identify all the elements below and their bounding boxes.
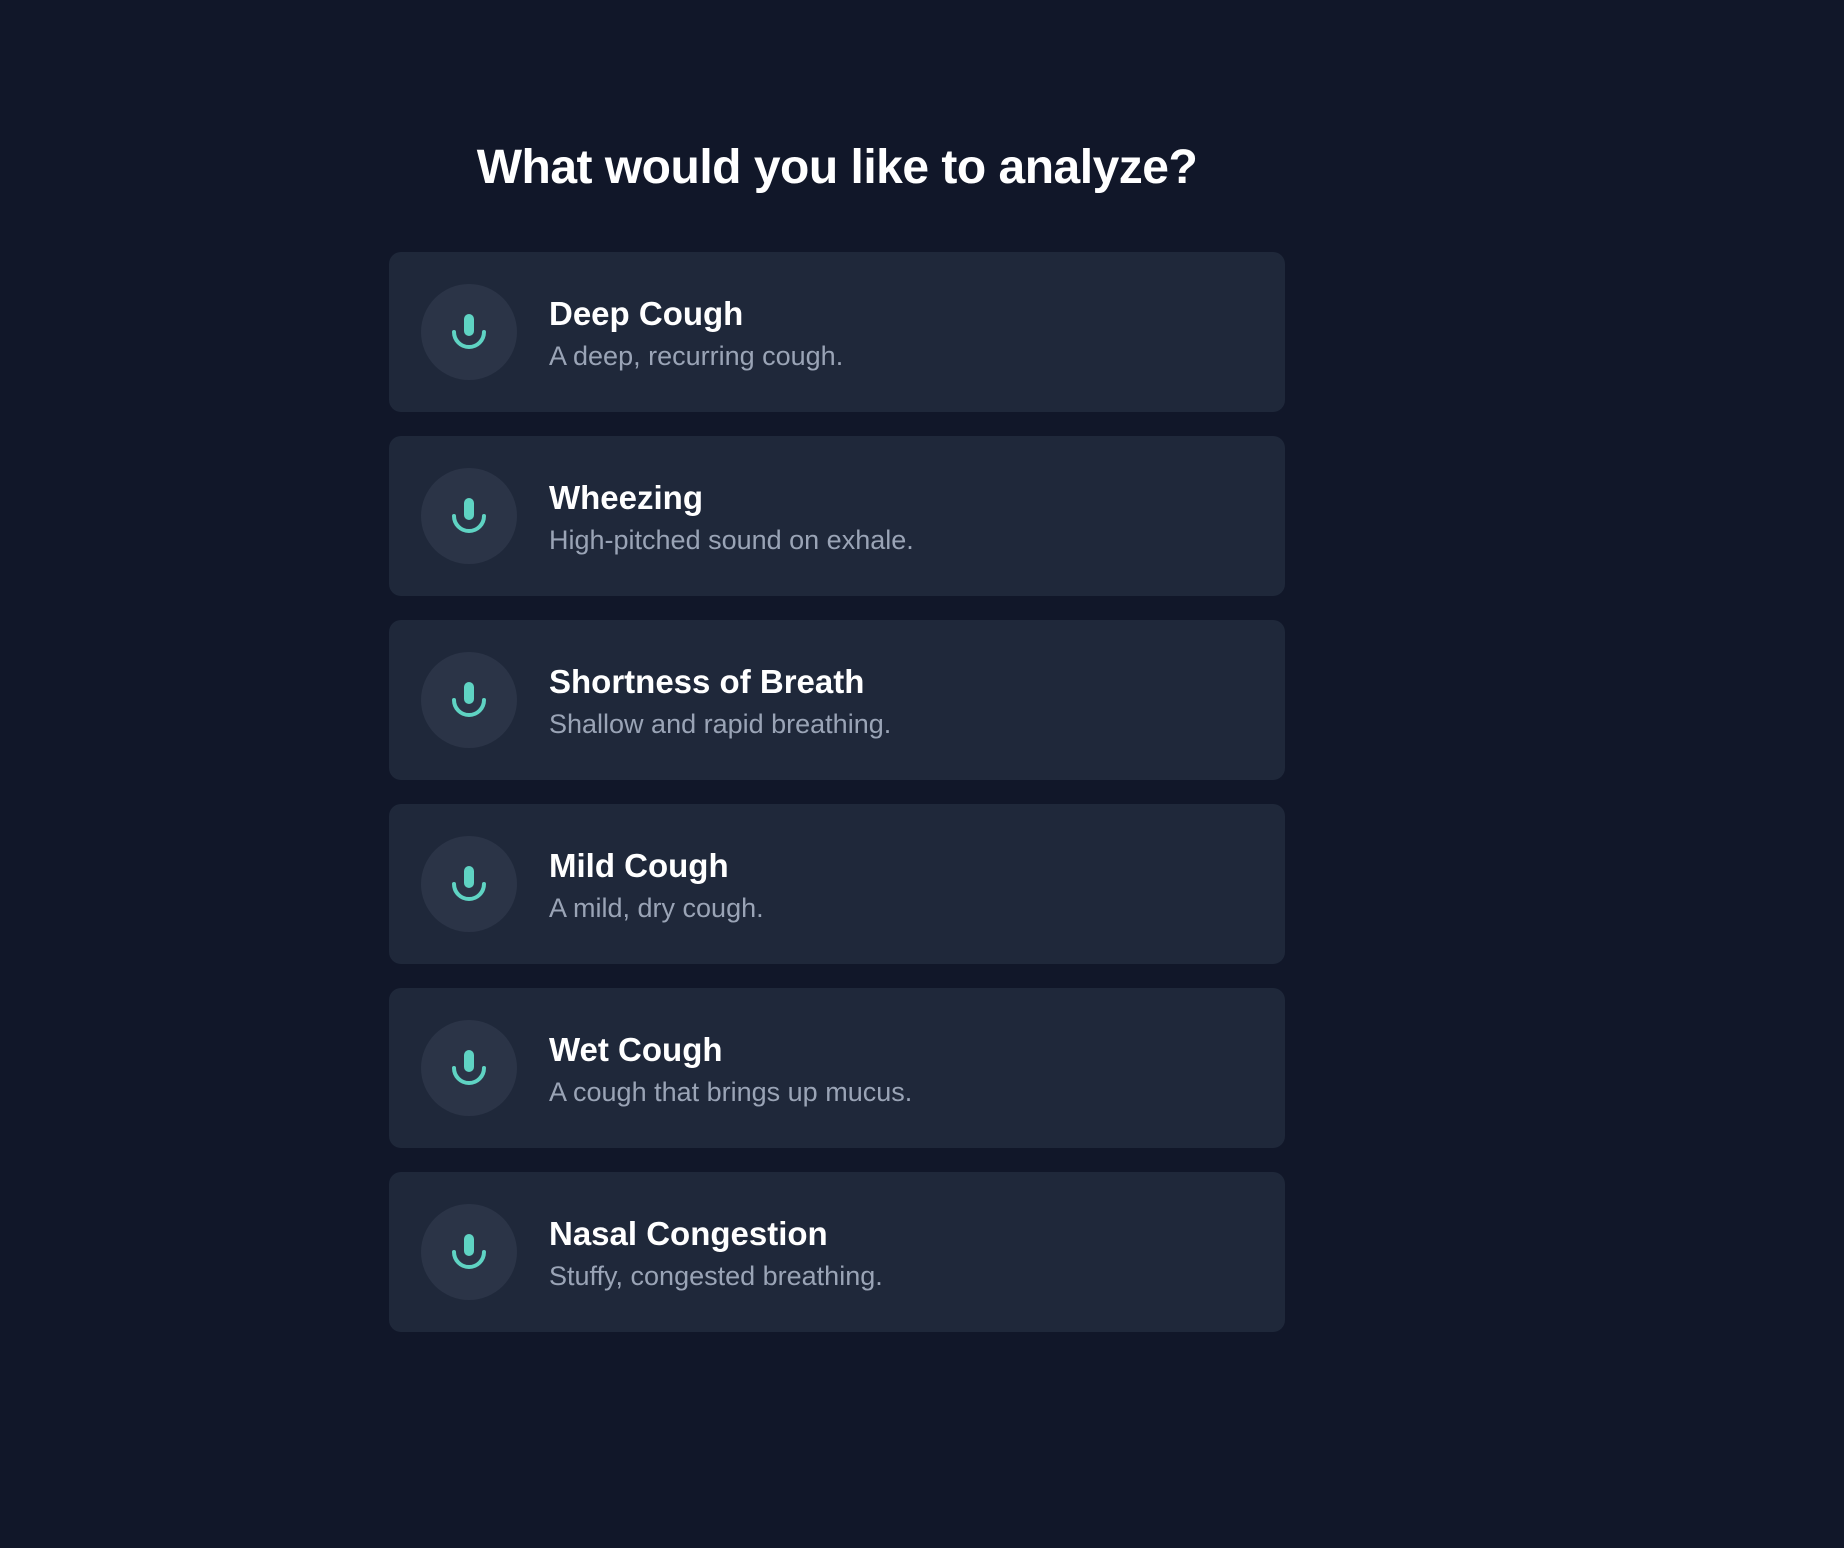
- option-description: High-pitched sound on exhale.: [549, 525, 914, 555]
- icon-circle: [421, 284, 517, 380]
- option-card-wheezing[interactable]: Wheezing High-pitched sound on exhale.: [389, 436, 1285, 596]
- option-label: Wheezing: [549, 479, 703, 516]
- page: What would you like to analyze? Deep Cou…: [0, 0, 1844, 1548]
- icon-circle: [421, 468, 517, 564]
- microphone-icon: [452, 1050, 486, 1085]
- page-title: What would you like to analyze?: [476, 141, 1198, 194]
- option-label: Shortness of Breath: [549, 663, 865, 700]
- option-label: Wet Cough: [549, 1031, 723, 1068]
- option-card-mild-cough[interactable]: Mild Cough A mild, dry cough.: [389, 804, 1285, 964]
- option-label: Mild Cough: [549, 847, 729, 884]
- option-text: Wheezing High-pitched sound on exhale.: [549, 478, 1261, 558]
- microphone-icon: [452, 682, 486, 717]
- option-text: Shortness of Breath Shallow and rapid br…: [549, 662, 1261, 742]
- option-card-deep-cough[interactable]: Deep Cough A deep, recurring cough.: [389, 252, 1285, 412]
- microphone-icon: [452, 314, 486, 349]
- option-label: Deep Cough: [549, 295, 744, 332]
- microphone-icon: [452, 1234, 486, 1269]
- option-card-shortness-of-breath[interactable]: Shortness of Breath Shallow and rapid br…: [389, 620, 1285, 780]
- option-card-nasal-congestion[interactable]: Nasal Congestion Stuffy, congested breat…: [389, 1172, 1285, 1332]
- option-description: Stuffy, congested breathing.: [549, 1261, 883, 1291]
- microphone-icon: [452, 866, 486, 901]
- option-description: A deep, recurring cough.: [549, 341, 844, 371]
- option-description: Shallow and rapid breathing.: [549, 709, 892, 739]
- option-list: Deep Cough A deep, recurring cough. Whee…: [389, 252, 1285, 1356]
- option-text: Wet Cough A cough that brings up mucus.: [549, 1030, 1261, 1110]
- option-text: Mild Cough A mild, dry cough.: [549, 846, 1261, 926]
- option-label: Nasal Congestion: [549, 1215, 828, 1252]
- option-text: Nasal Congestion Stuffy, congested breat…: [549, 1214, 1261, 1294]
- microphone-icon: [452, 498, 486, 533]
- icon-circle: [421, 836, 517, 932]
- icon-circle: [421, 652, 517, 748]
- option-description: A mild, dry cough.: [549, 893, 764, 923]
- option-card-wet-cough[interactable]: Wet Cough A cough that brings up mucus.: [389, 988, 1285, 1148]
- icon-circle: [421, 1204, 517, 1300]
- option-description: A cough that brings up mucus.: [549, 1077, 913, 1107]
- icon-circle: [421, 1020, 517, 1116]
- option-text: Deep Cough A deep, recurring cough.: [549, 294, 1261, 374]
